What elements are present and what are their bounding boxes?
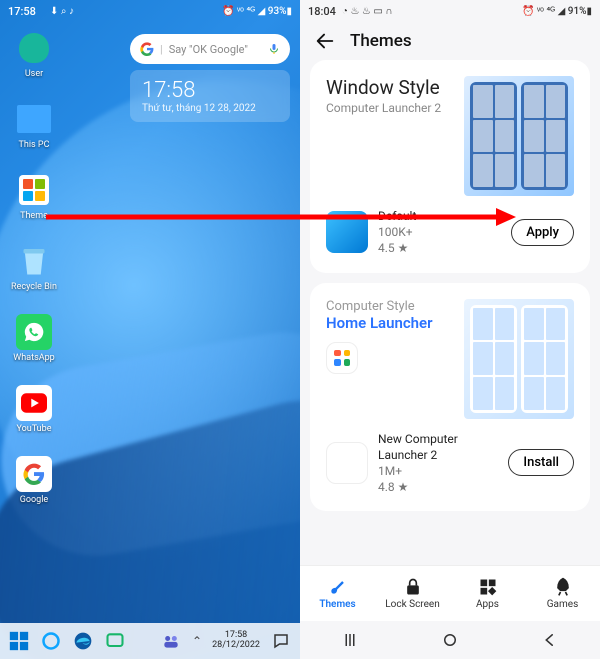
status-time: 18:04 bbox=[308, 5, 336, 18]
download-count: 100K+ bbox=[378, 224, 501, 240]
nav-back[interactable] bbox=[530, 630, 570, 650]
android-nav-bar bbox=[300, 621, 600, 659]
theme-icon bbox=[19, 175, 49, 205]
clock-widget[interactable]: 17:58 Thứ tư, tháng 12 28, 2022 bbox=[130, 70, 290, 122]
lock-icon bbox=[403, 577, 423, 597]
desktop-icons: User This PC Theme Recycle Bin WhatsApp … bbox=[8, 30, 60, 505]
status-bar: 18:04 ◔ ♨ ♨ ▭ ∩ ⏰ ᵛᵒ ⁴ᴳ ◢ 91%▮ bbox=[300, 0, 600, 22]
theme-card-window-style[interactable]: Window Style Computer Launcher 2 Default… bbox=[310, 60, 590, 273]
start-button[interactable] bbox=[4, 626, 34, 656]
taskbar-cortana[interactable] bbox=[36, 626, 66, 656]
taskbar-edge[interactable] bbox=[68, 626, 98, 656]
label: YouTube bbox=[17, 424, 52, 434]
rating: 4.8 ★ bbox=[378, 479, 498, 495]
taskbar-teams[interactable] bbox=[156, 626, 186, 656]
whatsapp-icon bbox=[16, 314, 52, 350]
theme-name: New Computer Launcher 2 bbox=[378, 431, 498, 463]
desktop-icon-user[interactable]: User bbox=[8, 30, 60, 79]
card-overline: Computer Style bbox=[326, 299, 415, 314]
page-title: Themes bbox=[350, 31, 412, 51]
theme-card-home-launcher[interactable]: Computer Style Home Launcher New Compute… bbox=[310, 283, 590, 512]
apply-button[interactable]: Apply bbox=[511, 219, 574, 246]
nav-games[interactable]: Games bbox=[525, 566, 600, 621]
phone-left-launcher: 17:58 ⬇ ⌕ ♪ ⏰ ᵛᵒ ⁴ᴳ ◢ 93%▮ User This PC … bbox=[0, 0, 300, 659]
rocket-icon bbox=[553, 577, 573, 597]
taskbar-chat[interactable] bbox=[100, 626, 130, 656]
youtube-icon bbox=[16, 385, 52, 421]
label: Google bbox=[20, 495, 48, 505]
label: Theme bbox=[20, 211, 48, 221]
mic-icon[interactable] bbox=[268, 42, 280, 56]
nav-apps[interactable]: Apps bbox=[450, 566, 525, 621]
nav-home[interactable] bbox=[430, 630, 470, 650]
theme-preview-image bbox=[464, 76, 574, 196]
nav-recent[interactable] bbox=[330, 630, 370, 650]
label: User bbox=[25, 69, 43, 79]
taskbar: ⌃ 17:58 28/12/2022 bbox=[0, 623, 300, 659]
brush-icon bbox=[328, 577, 348, 597]
app-bar: Themes bbox=[300, 22, 600, 60]
status-left-icons: ◔ ♨ ♨ ▭ ∩ bbox=[342, 6, 393, 17]
launcher-tiles-icon bbox=[326, 442, 368, 484]
desktop-icon-this-pc[interactable]: This PC bbox=[8, 101, 60, 150]
status-right-cluster: ⏰ ᵛᵒ ⁴ᴳ ◢ 91%▮ bbox=[522, 6, 592, 17]
desktop-icon-google[interactable]: Google bbox=[8, 456, 60, 505]
widget-date: Thứ tư, tháng 12 28, 2022 bbox=[142, 103, 278, 114]
rating: 4.5 ★ bbox=[378, 240, 501, 256]
card-title: Window Style bbox=[326, 76, 441, 99]
apps-icon bbox=[478, 577, 498, 597]
user-icon bbox=[19, 33, 49, 63]
taskbar-clock[interactable]: 17:58 28/12/2022 bbox=[208, 631, 264, 651]
card-subtitle: Computer Launcher 2 bbox=[326, 101, 441, 115]
google-search[interactable]: | Say "OK Google" bbox=[130, 34, 290, 64]
back-icon[interactable] bbox=[314, 30, 336, 52]
desktop-icon-whatsapp[interactable]: WhatsApp bbox=[8, 314, 60, 363]
download-count: 1M+ bbox=[378, 463, 498, 479]
widgets: | Say "OK Google" 17:58 Thứ tư, tháng 12… bbox=[130, 34, 290, 122]
widget-time: 17:58 bbox=[142, 78, 278, 103]
taskbar-notifications[interactable] bbox=[266, 626, 296, 656]
theme-name: Default bbox=[378, 208, 501, 224]
google-g-icon bbox=[140, 42, 154, 56]
desktop-icon-youtube[interactable]: YouTube bbox=[8, 385, 60, 434]
nav-lock-screen[interactable]: Lock Screen bbox=[375, 566, 450, 621]
status-left-icons: ⬇ ⌕ ♪ bbox=[50, 6, 74, 17]
launcher-tiles-icon bbox=[326, 342, 358, 374]
install-button[interactable]: Install bbox=[508, 449, 574, 476]
theme-preview-image bbox=[464, 299, 574, 419]
desktop-icon-recycle-bin[interactable]: Recycle Bin bbox=[8, 243, 60, 292]
search-placeholder: Say "OK Google" bbox=[169, 43, 248, 56]
google-icon bbox=[16, 456, 52, 492]
windows-icon bbox=[326, 211, 368, 253]
bottom-nav: Themes Lock Screen Apps Games bbox=[300, 565, 600, 621]
desktop-icon-theme[interactable]: Theme bbox=[8, 172, 60, 221]
label: WhatsApp bbox=[13, 353, 54, 363]
status-right-cluster: ⏰ ᵛᵒ ⁴ᴳ ◢ 93%▮ bbox=[222, 6, 292, 17]
card-title: Home Launcher bbox=[326, 314, 433, 332]
status-bar: 17:58 ⬇ ⌕ ♪ ⏰ ᵛᵒ ⁴ᴳ ◢ 93%▮ bbox=[0, 0, 300, 22]
label: This PC bbox=[19, 140, 50, 150]
taskbar-tray-chevron[interactable]: ⌃ bbox=[188, 634, 206, 648]
nav-themes[interactable]: Themes bbox=[300, 566, 375, 621]
monitor-icon bbox=[17, 105, 51, 133]
status-time: 17:58 bbox=[8, 5, 36, 18]
phone-right-themes: 18:04 ◔ ♨ ♨ ▭ ∩ ⏰ ᵛᵒ ⁴ᴳ ◢ 91%▮ Themes Wi… bbox=[300, 0, 600, 659]
trash-icon bbox=[16, 243, 52, 279]
label: Recycle Bin bbox=[11, 282, 57, 292]
